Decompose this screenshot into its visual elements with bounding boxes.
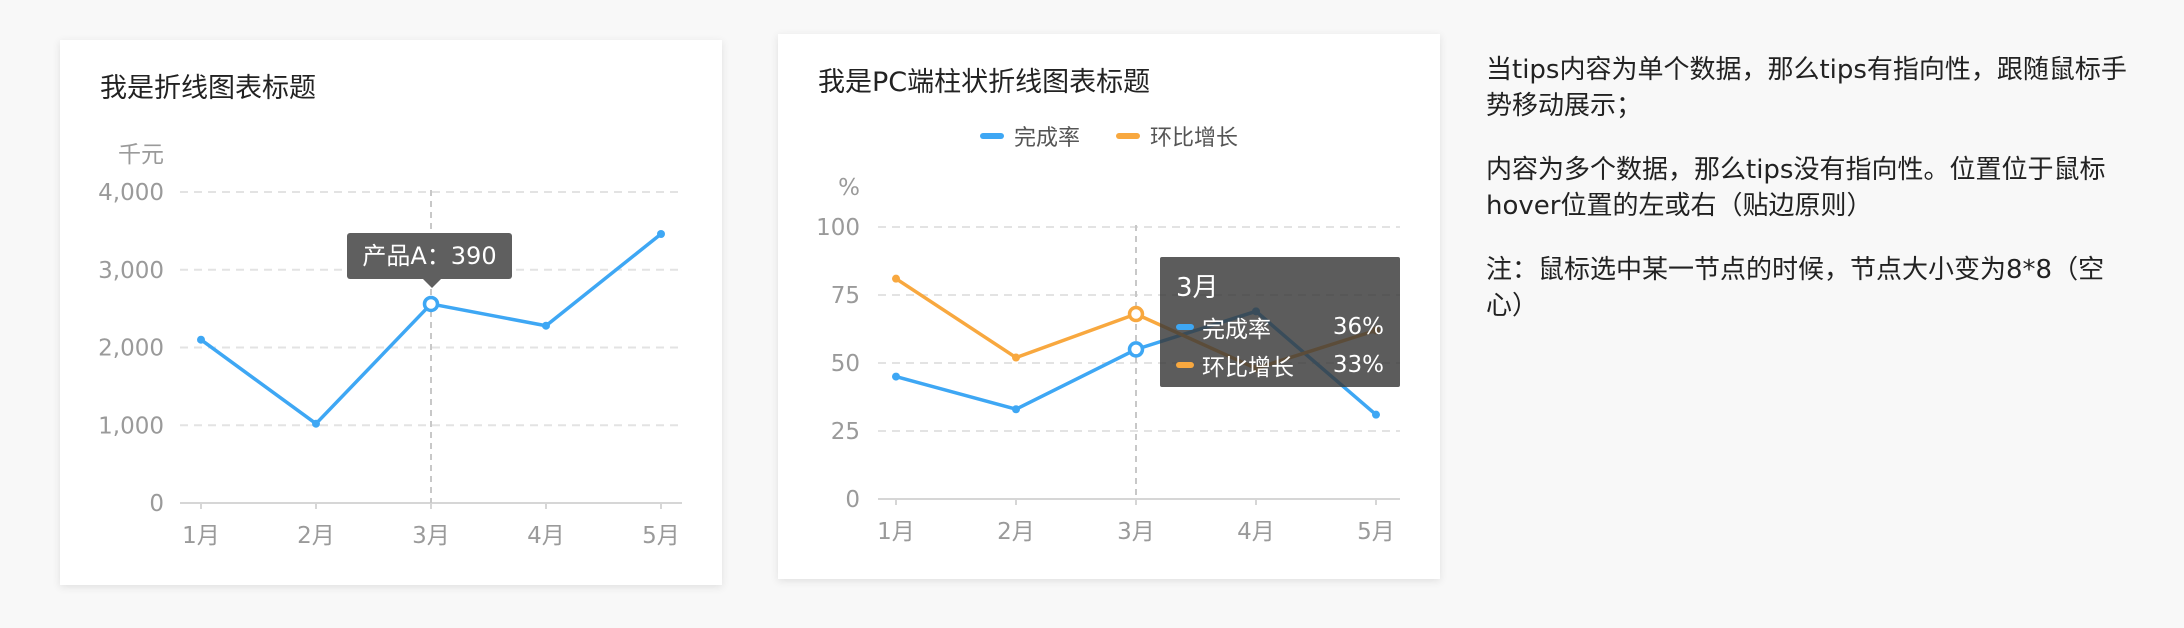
tooltip-value: 36% (1332, 314, 1384, 340)
x-tick-label: 1月 (877, 519, 915, 545)
data-point (1372, 410, 1380, 419)
x-tick-label: 5月 (642, 523, 680, 549)
data-point (657, 229, 665, 238)
note-paragraph: 注：鼠标选中某一节点的时候，节点大小变为8*8（空心） (1486, 255, 2105, 321)
data-point (197, 335, 205, 344)
x-tick-label: 3月 (1117, 519, 1155, 545)
tooltip-title: 3月 (1176, 273, 1219, 303)
data-point (1012, 353, 1020, 362)
data-point-selected (1127, 305, 1145, 323)
note-paragraph: 内容为多个数据，那么tips没有指向性。位置位于鼠标hover位置的左或右（贴边… (1486, 155, 2106, 221)
y-tick-label: 50 (831, 351, 860, 377)
data-point (1012, 405, 1020, 414)
line-chart: 千元 0 1,000 2,000 3,000 4,000 1月 2月 3月 4月 5月 (98, 142, 682, 549)
y-tick-label: 2,000 (98, 336, 164, 362)
combo-chart-card: 我是PC端柱状折线图表标题 完成率 环比增长 % 0 25 50 75 100 1月 2月 3月… (778, 34, 1440, 579)
data-point-selected (1127, 341, 1145, 358)
data-point (542, 321, 550, 330)
line-chart-card: 我是折线图表标题 千元 0 1,000 2,000 3,000 4,000 1月 2月 3月 4月… (60, 40, 722, 585)
x-tick-label: 2月 (997, 519, 1035, 545)
y-tick-label: 1,000 (98, 413, 164, 439)
note-paragraph: 当tips内容为单个数据，那么tips有指向性，跟随鼠标手势移动展示； (1486, 55, 2127, 121)
chart-tooltip: 产品A：390 (347, 233, 512, 288)
x-tick-label: 4月 (1237, 519, 1275, 545)
tooltip-label: 完成率 (1202, 317, 1271, 343)
y-tick-label: 4,000 (98, 180, 164, 206)
tooltip-swatch (1176, 324, 1194, 330)
tooltip-row: 完成率 36% (1176, 310, 1384, 344)
data-point (892, 274, 900, 283)
x-tick-label: 2月 (297, 523, 335, 549)
tooltip-label: 环比增长 (1202, 355, 1294, 381)
y-tick-label: 100 (816, 215, 860, 241)
tooltip-value: 33% (1332, 352, 1384, 378)
chart-tooltip: 3月 完成率 36% 环比增长 33% (1160, 257, 1400, 387)
x-tick-label: 5月 (1357, 519, 1395, 545)
y-tick-label: 75 (831, 283, 860, 309)
y-axis-unit: 千元 (118, 142, 164, 168)
tooltip-swatch (1176, 362, 1194, 368)
notes-panel: 当tips内容为单个数据，那么tips有指向性，跟随鼠标手势移动展示； 内容为多… (1486, 52, 2136, 352)
data-point-selected (422, 295, 440, 313)
y-tick-label: 0 (845, 487, 860, 513)
data-point (312, 419, 320, 428)
x-tick-label: 4月 (527, 523, 565, 549)
x-tick-label: 1月 (182, 523, 220, 549)
y-axis-unit: % (838, 175, 860, 201)
y-tick-label: 0 (149, 491, 164, 517)
tooltip-row: 环比增长 33% (1176, 348, 1384, 382)
y-tick-label: 3,000 (98, 258, 164, 284)
y-tick-label: 25 (831, 419, 860, 445)
data-point (892, 372, 900, 381)
x-tick-label: 3月 (412, 523, 450, 549)
